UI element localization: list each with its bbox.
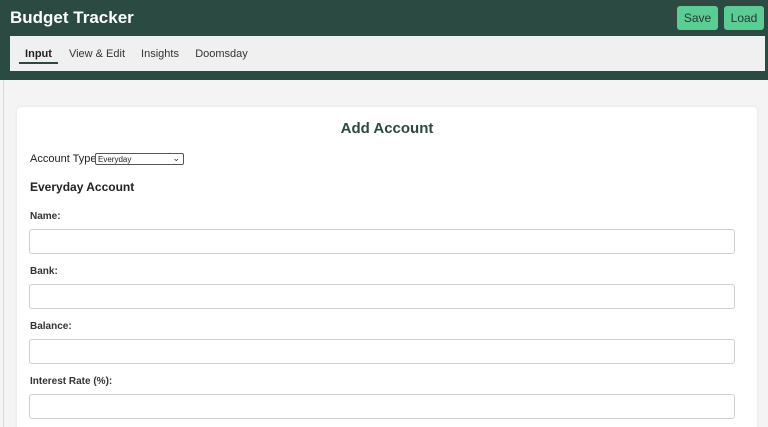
balance-label: Balance: <box>30 321 72 332</box>
bank-field[interactable] <box>29 284 735 309</box>
save-button[interactable]: Save <box>677 6 718 30</box>
tab-doomsday[interactable]: Doomsday <box>194 36 249 71</box>
tab-input[interactable]: Input <box>19 36 58 71</box>
account-type-select[interactable]: Everyday ⌄ <box>95 153 184 165</box>
section-title: Everyday Account <box>30 180 135 194</box>
nav-bar: Input View & Edit Insights Doomsday <box>10 36 765 71</box>
name-field[interactable] <box>29 229 735 254</box>
name-label: Name: <box>30 211 61 222</box>
interest-rate-label: Interest Rate (%): <box>30 376 113 387</box>
load-button[interactable]: Load <box>724 6 764 30</box>
balance-field[interactable] <box>29 339 735 364</box>
tab-insights[interactable]: Insights <box>138 36 182 71</box>
active-tab-indicator <box>19 62 58 64</box>
account-type-value: Everyday <box>98 154 132 164</box>
chevron-down-icon: ⌄ <box>172 153 180 163</box>
form-title: Add Account <box>340 120 434 137</box>
account-type-label: Account Type: <box>30 153 100 165</box>
bank-label: Bank: <box>30 266 58 277</box>
tab-view-edit[interactable]: View & Edit <box>68 36 126 71</box>
interest-rate-field[interactable] <box>29 394 735 419</box>
app-title: Budget Tracker <box>10 8 134 27</box>
